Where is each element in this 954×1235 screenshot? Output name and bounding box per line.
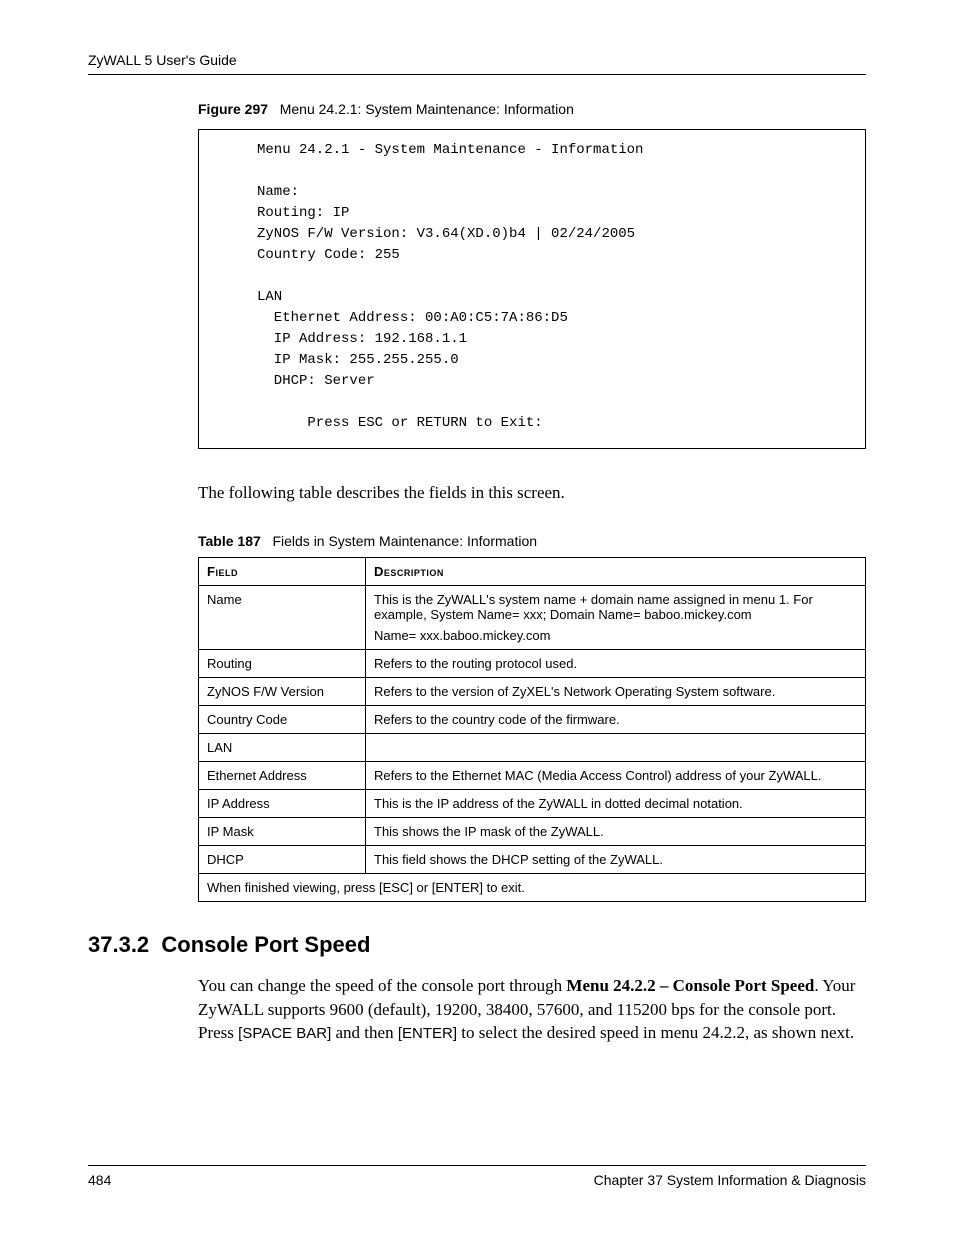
figure-label: Figure 297 [198, 101, 268, 117]
table-footer-cell: When finished viewing, press [ESC] or [E… [199, 873, 866, 901]
table-row: IP MaskThis shows the IP mask of the ZyW… [199, 817, 866, 845]
section-number: 37.3.2 [88, 932, 149, 957]
field-desc-cell: Refers to the version of ZyXEL's Network… [366, 677, 866, 705]
field-desc-cell: This is the ZyWALL's system name + domai… [366, 585, 866, 649]
table-footer-row: When finished viewing, press [ESC] or [E… [199, 873, 866, 901]
field-desc-cell: Refers to the routing protocol used. [366, 649, 866, 677]
field-name-cell: IP Address [199, 789, 366, 817]
section-title: Console Port Speed [161, 932, 370, 957]
field-name-cell: DHCP [199, 845, 366, 873]
fields-table: Field Description NameThis is the ZyWALL… [198, 557, 866, 902]
field-name-cell: ZyNOS F/W Version [199, 677, 366, 705]
th-description: Description [366, 557, 866, 585]
page-header: ZyWALL 5 User's Guide [88, 52, 866, 75]
table-row: Ethernet AddressRefers to the Ethernet M… [199, 761, 866, 789]
field-desc-cell: This is the IP address of the ZyWALL in … [366, 789, 866, 817]
page-number: 484 [88, 1172, 111, 1188]
table-row: ZyNOS F/W VersionRefers to the version o… [199, 677, 866, 705]
field-name-cell: LAN [199, 733, 366, 761]
table-title: Fields in System Maintenance: Informatio… [272, 533, 537, 549]
table-header-row: Field Description [199, 557, 866, 585]
intro-text: The following table describes the fields… [198, 481, 866, 505]
section-heading: 37.3.2 Console Port Speed [88, 932, 866, 958]
table-caption: Table 187 Fields in System Maintenance: … [198, 533, 866, 549]
table-row: LAN [199, 733, 866, 761]
field-name-cell: IP Mask [199, 817, 366, 845]
header-left: ZyWALL 5 User's Guide [88, 52, 237, 68]
field-desc-cell: Refers to the Ethernet MAC (Media Access… [366, 761, 866, 789]
table-row: Country CodeRefers to the country code o… [199, 705, 866, 733]
field-name-cell: Name [199, 585, 366, 649]
field-desc-cell [366, 733, 866, 761]
table-row: IP AddressThis is the IP address of the … [199, 789, 866, 817]
chapter-label: Chapter 37 System Information & Diagnosi… [594, 1172, 866, 1188]
page-footer: 484 Chapter 37 System Information & Diag… [88, 1165, 866, 1188]
th-field: Field [199, 557, 366, 585]
table-row: RoutingRefers to the routing protocol us… [199, 649, 866, 677]
terminal-output: Menu 24.2.1 - System Maintenance - Infor… [198, 129, 866, 449]
figure-caption: Figure 297 Menu 24.2.1: System Maintenan… [198, 101, 866, 117]
field-name-cell: Country Code [199, 705, 366, 733]
field-name-cell: Ethernet Address [199, 761, 366, 789]
figure-title: Menu 24.2.1: System Maintenance: Informa… [280, 101, 574, 117]
field-name-cell: Routing [199, 649, 366, 677]
field-desc-cell: This field shows the DHCP setting of the… [366, 845, 866, 873]
section-body: You can change the speed of the console … [198, 974, 866, 1045]
table-row: DHCPThis field shows the DHCP setting of… [199, 845, 866, 873]
field-desc-cell: This shows the IP mask of the ZyWALL. [366, 817, 866, 845]
table-label: Table 187 [198, 533, 261, 549]
field-desc-cell: Refers to the country code of the firmwa… [366, 705, 866, 733]
table-row: NameThis is the ZyWALL's system name + d… [199, 585, 866, 649]
